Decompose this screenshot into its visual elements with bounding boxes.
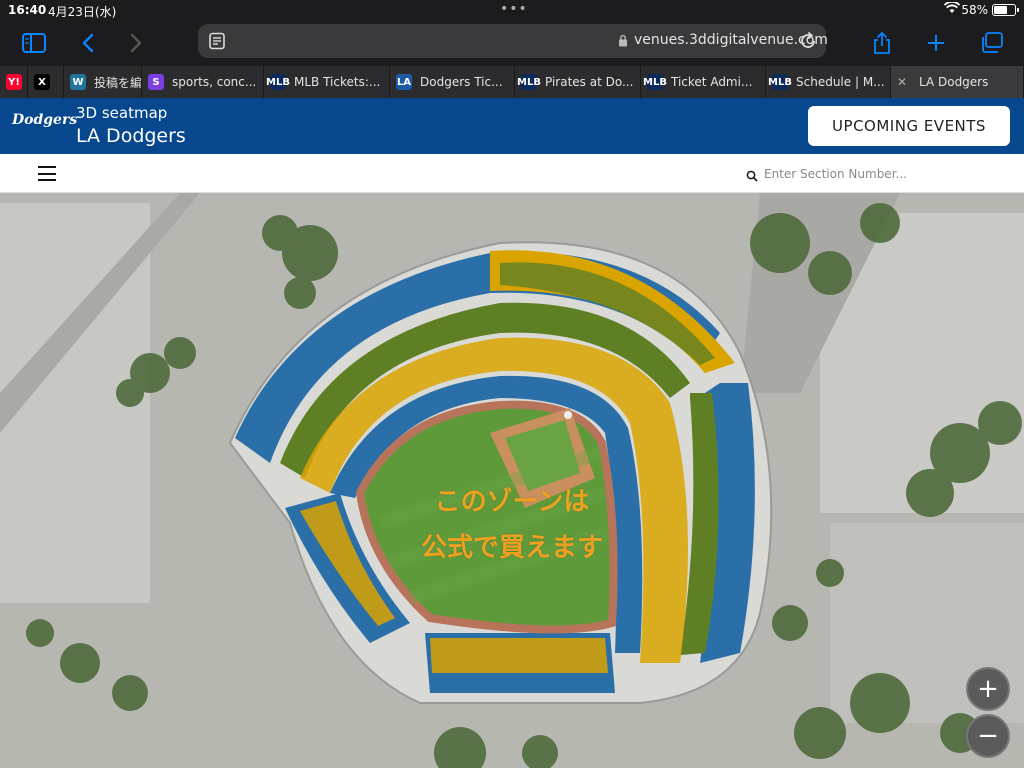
tab-bar: Y!XW投稿を編集Ssports, conc...MLBMLB Tickets:…	[0, 66, 1024, 98]
tab-favicon-icon: MLB	[643, 74, 667, 90]
tab-title: Schedule | M...	[796, 75, 885, 89]
menu-icon[interactable]	[38, 166, 56, 181]
search-icon	[746, 167, 758, 182]
browser-tab[interactable]: MLB Schedule | M...	[766, 66, 891, 98]
close-tab-icon[interactable]: ✕	[897, 76, 909, 88]
tab-favicon-icon: MLB	[768, 74, 792, 90]
reader-icon[interactable]	[208, 32, 226, 50]
tab-title: Ticket Admi...	[671, 75, 753, 89]
wifi-icon	[943, 1, 961, 17]
site-header: Dodgers 3D seatmap LA Dodgers UPCOMING E…	[0, 98, 1024, 154]
tabs-overview-icon[interactable]	[976, 27, 1008, 59]
browser-tab[interactable]: Ssports, conc...	[142, 66, 264, 98]
tab-title: 投稿を編集	[94, 75, 142, 90]
zoom-out-button[interactable]: −	[966, 714, 1010, 758]
new-tab-icon[interactable]	[920, 27, 952, 59]
browser-tab[interactable]: Y!	[0, 66, 28, 98]
tab-title: MLB Tickets:...	[294, 75, 381, 89]
browser-tab[interactable]: W 投稿を編集	[64, 66, 142, 98]
tab-favicon-icon: S	[148, 74, 164, 90]
browser-tab[interactable]: MLB Ticket Admi...	[641, 66, 766, 98]
tab-favicon-icon: X	[34, 74, 50, 90]
browser-tab[interactable]: MLB Pirates at Do...	[515, 66, 641, 98]
battery-level	[994, 6, 1007, 14]
battery-percent: 58%	[961, 3, 988, 17]
ios-status-bar: 16:40 4月23日(水) ••• 58%	[0, 0, 1024, 20]
site-subtitle: 3D seatmap	[76, 104, 168, 122]
tab-title: Dodgers Tic...	[420, 75, 503, 89]
tab-title: sports, conc...	[172, 75, 257, 89]
upcoming-events-button[interactable]: UPCOMING EVENTS	[808, 106, 1010, 146]
tab-favicon-icon: MLB	[266, 74, 290, 90]
zoom-in-button[interactable]: +	[966, 667, 1010, 711]
tab-favicon-icon: W	[70, 74, 86, 90]
status-date: 4月23日(水)	[48, 5, 117, 19]
multitasking-dots-icon[interactable]: •••	[500, 1, 528, 17]
tab-favicon-icon: Y!	[6, 74, 22, 90]
tab-title: Pirates at Do...	[545, 75, 634, 89]
overlay-line-1: このゾーンは	[434, 487, 590, 517]
dodgers-logo[interactable]: Dodgers	[12, 112, 77, 140]
sidebar-icon[interactable]	[18, 27, 50, 59]
section-search-input[interactable]	[764, 163, 1004, 185]
browser-tab[interactable]: LA Dodgers Tic...	[390, 66, 515, 98]
battery-icon	[992, 4, 1019, 16]
site-title: LA Dodgers	[76, 125, 186, 147]
overlay-line-2: 公式で買えます	[420, 533, 603, 563]
seat-map[interactable]: このゾーンは 公式で買えます + −	[0, 193, 1024, 768]
tab-favicon-icon: LA	[396, 74, 412, 90]
lock-icon	[618, 34, 630, 48]
browser-tab[interactable]: MLB MLB Tickets:...	[264, 66, 390, 98]
browser-tab[interactable]: X	[28, 66, 64, 98]
browser-tab[interactable]: ✕ LA Dodgers	[891, 66, 1024, 98]
browser-toolbar: venues.3ddigitalvenue.com	[0, 20, 1024, 66]
tab-title: LA Dodgers	[919, 75, 989, 89]
share-icon[interactable]	[866, 27, 898, 59]
address-bar[interactable]: venues.3ddigitalvenue.com	[198, 24, 828, 58]
nav-row	[0, 154, 1024, 193]
status-time: 16:40	[8, 3, 47, 17]
tab-favicon-icon: MLB	[517, 74, 541, 90]
forward-icon[interactable]	[120, 27, 152, 59]
back-icon[interactable]	[72, 27, 104, 59]
reload-icon[interactable]	[798, 31, 818, 51]
